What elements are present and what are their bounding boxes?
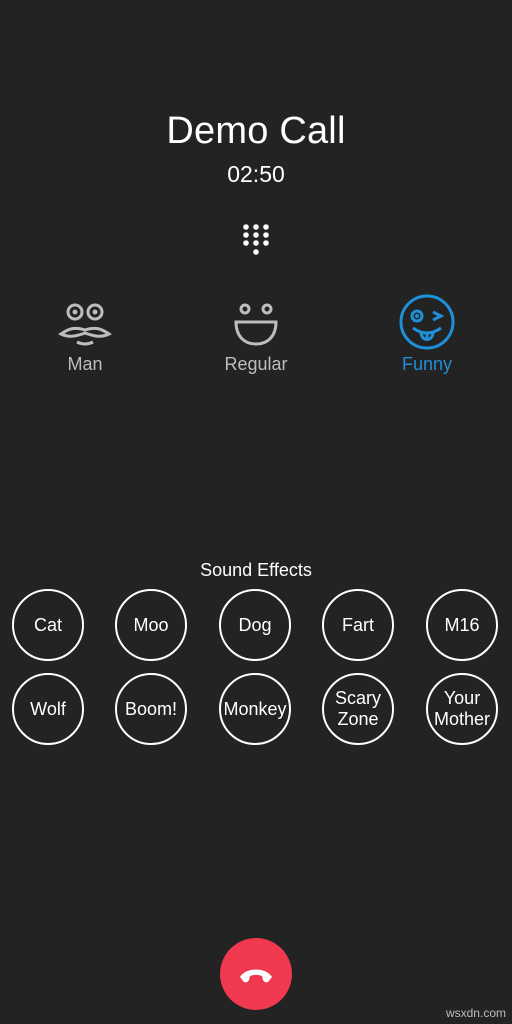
voice-label-man: Man <box>67 354 103 374</box>
voice-option-man[interactable]: Man <box>25 292 145 382</box>
wink-tongue-face-icon <box>399 294 455 350</box>
smile-face-icon <box>234 303 278 346</box>
voice-option-funny[interactable]: Funny <box>367 292 487 382</box>
voice-label-funny: Funny <box>401 354 453 374</box>
sfx-fart-button[interactable]: Fart <box>322 589 394 661</box>
sound-effects-heading: Sound Effects <box>200 560 312 580</box>
mustache-face-icon <box>58 303 112 346</box>
sfx-moo-button[interactable]: Moo <box>115 589 187 661</box>
sfx-boom-button[interactable]: Boom! <box>115 673 187 745</box>
voice-label-regular: Regular <box>224 354 288 374</box>
end-call-button[interactable] <box>220 938 292 1010</box>
sfx-m16-button[interactable]: M16 <box>426 589 498 661</box>
sfx-dog-button[interactable]: Dog <box>219 589 291 661</box>
sfx-cat-button[interactable]: Cat <box>12 589 84 661</box>
call-screen: Demo Call 02:50 Man Regular Funny Sound … <box>0 0 512 1024</box>
call-timer: 02:50 <box>227 161 285 187</box>
call-title: Demo Call <box>166 110 346 152</box>
sfx-monkey-button[interactable]: Monkey <box>219 673 291 745</box>
dialpad-icon[interactable] <box>238 222 274 262</box>
sfx-wolf-button[interactable]: Wolf <box>12 673 84 745</box>
voice-option-regular[interactable]: Regular <box>196 292 316 382</box>
watermark: wsxdn.com <box>445 1006 506 1020</box>
phone-hangup-icon <box>240 969 272 983</box>
sfx-your-mother-button[interactable]: Your Mother <box>426 673 498 745</box>
sfx-scary-zone-button[interactable]: Scary Zone <box>322 673 394 745</box>
